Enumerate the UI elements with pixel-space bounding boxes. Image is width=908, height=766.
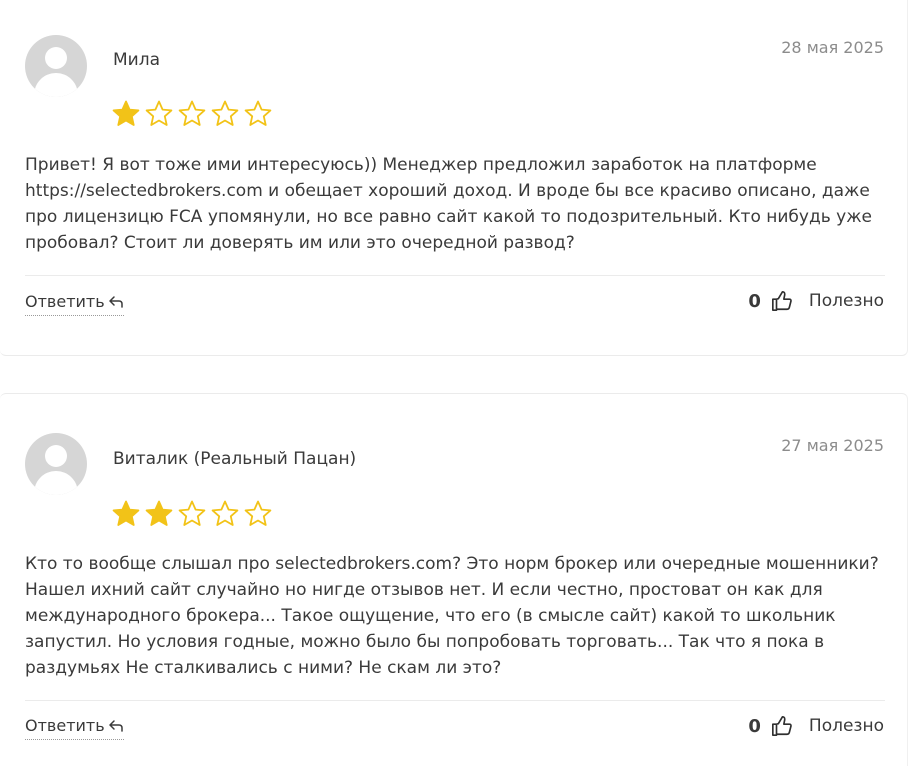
star-filled-icon (112, 100, 140, 126)
thumbs-up-icon[interactable] (771, 290, 793, 312)
star-empty-icon (178, 100, 206, 126)
helpful-label: Полезно (808, 291, 884, 311)
star-empty-icon (178, 500, 206, 526)
review-date: 27 мая 2025 (781, 436, 884, 455)
review-date: 28 мая 2025 (781, 38, 884, 57)
reply-button[interactable]: Ответить (25, 716, 124, 740)
helpful-label: Полезно (808, 716, 884, 736)
rating-stars (111, 99, 273, 129)
star-empty-icon (145, 100, 173, 126)
review-author: Виталик (Реальный Пацан) (113, 449, 357, 469)
star-filled-icon (112, 500, 140, 526)
thumbs-up-icon[interactable] (771, 715, 793, 737)
star-empty-icon (211, 500, 239, 526)
helpful-block: 0 Полезно (748, 290, 884, 312)
reply-button[interactable]: Ответить (25, 292, 124, 316)
reply-label: Ответить (25, 292, 105, 311)
rating-stars (111, 499, 273, 529)
avatar (25, 35, 87, 97)
star-filled-icon (145, 500, 173, 526)
helpful-block: 0 Полезно (748, 715, 884, 737)
helpful-count: 0 (748, 715, 761, 737)
reply-label: Ответить (25, 716, 105, 735)
star-empty-icon (244, 500, 272, 526)
reply-arrow-icon (108, 718, 124, 737)
helpful-count: 0 (748, 290, 761, 312)
avatar (25, 433, 87, 495)
divider (25, 700, 885, 701)
review-text: Привет! Я вот тоже ими интересуюсь)) Мен… (25, 155, 872, 253)
reply-arrow-icon (108, 294, 124, 313)
review-card-1: Мила 28 мая 2025 Привет! Я вот тоже ими … (0, 0, 908, 356)
star-empty-icon (211, 100, 239, 126)
divider (25, 275, 885, 276)
review-text: Кто то вообще слышал про selectedbrokers… (25, 554, 879, 678)
review-card-2: Виталик (Реальный Пацан) 27 мая 2025 Кто… (0, 393, 908, 766)
review-author: Мила (113, 50, 160, 70)
star-empty-icon (244, 100, 272, 126)
